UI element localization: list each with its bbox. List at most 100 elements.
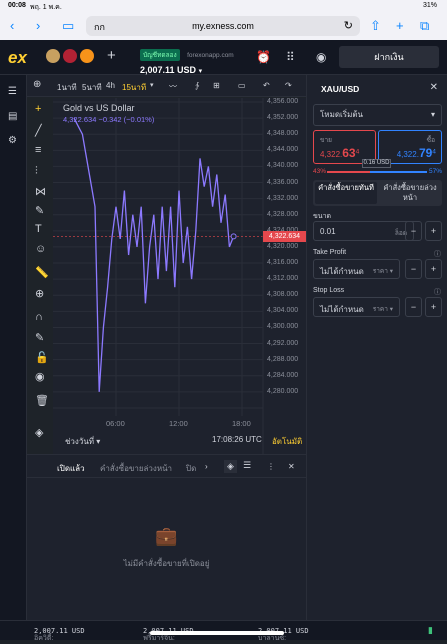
timeframe-4h[interactable]: 4h [106, 81, 115, 90]
eye-icon[interactable]: ◉ [35, 370, 45, 383]
order-mode-select[interactable]: โหมดเริ่มต้น ▾ [313, 104, 442, 126]
magnet-icon[interactable]: ∩ [35, 311, 43, 323]
tab-closed[interactable]: ปิด [186, 462, 196, 475]
order-symbol: XAU/USD [321, 84, 360, 94]
address-bar[interactable]: กก my.exness.com ↻ [86, 16, 360, 36]
group-view-icon[interactable]: ◈ [224, 460, 237, 473]
timeframe-15m[interactable]: 15นาที [122, 81, 146, 94]
forward-icon[interactable]: › [36, 18, 40, 33]
sell-label: ขาย [320, 137, 332, 144]
close-panel-icon[interactable]: ✕ [288, 462, 295, 471]
sell-price-main: 4,322. [320, 150, 343, 159]
spread-badge: 0.16 USD [362, 159, 391, 168]
lock-drawings-icon[interactable]: ✎ [35, 331, 44, 344]
y-tick-label: 4,356.000 [267, 98, 299, 106]
indicators-icon[interactable]: ∱ [195, 81, 199, 90]
instrument-tab-icon[interactable] [80, 49, 94, 63]
tp-increase-button[interactable]: + [425, 259, 442, 279]
volume-decrease-button[interactable]: − [405, 221, 422, 241]
profile-icon[interactable]: ◉ [316, 50, 326, 64]
price-chart[interactable]: Gold vs US Dollar 4,322.634 −0.342 (−0.0… [53, 98, 306, 454]
add-indicator-icon[interactable]: ⊕ [33, 79, 41, 90]
y-tick-label: 4,284.000 [267, 371, 299, 379]
url-text[interactable]: my.exness.com [86, 21, 360, 31]
layers-icon[interactable]: ◈ [35, 426, 43, 439]
add-instrument-icon[interactable]: + [107, 47, 116, 64]
tab-pending[interactable]: คำสั่งซื้อขายล่วงหน้า [100, 462, 172, 475]
chevron-right-icon[interactable]: › [205, 462, 208, 471]
undo-icon[interactable]: ↶ [263, 81, 270, 90]
alarm-clock-icon[interactable]: ⏰ [256, 50, 271, 64]
take-profit-input[interactable]: ไม่ได้กำหนด ราคา ▾ [313, 259, 400, 279]
tp-decrease-button[interactable]: − [405, 259, 422, 279]
crosshair-icon[interactable]: + [35, 103, 41, 115]
y-tick-label: 4,308.000 [267, 291, 299, 299]
sell-price-sup: 4 [355, 148, 360, 156]
reload-icon[interactable]: ↻ [344, 19, 353, 32]
brush-icon[interactable]: ✎ [35, 204, 44, 217]
text-icon[interactable]: T [35, 223, 42, 235]
templates-icon[interactable]: ⊞ [213, 81, 220, 90]
chart-type-icon[interactable]: 〰 [169, 81, 177, 92]
new-tab-icon[interactable]: + [396, 18, 404, 33]
y-tick-label: 4,312.000 [267, 275, 299, 283]
order-panel: XAU/USD ✕ โหมดเริ่มต้น ▾ ขาย 4,322.634 ซื… [306, 75, 447, 620]
back-icon[interactable]: ‹ [10, 18, 14, 33]
account-type-badge: บัญชีทดลอง [140, 49, 180, 61]
sl-decrease-button[interactable]: − [405, 297, 422, 317]
y-tick-label: 4,300.000 [267, 323, 299, 331]
signal-icon: ▮ [428, 625, 433, 635]
sentiment-buy: 57% [428, 168, 442, 175]
pending-order-tab[interactable]: คำสั่งซื้อขายล่วงหน้า [379, 183, 441, 203]
volume-increase-button[interactable]: + [425, 221, 442, 241]
instrument-tab-icon[interactable] [46, 49, 60, 63]
lock-icon[interactable]: 🔓 [35, 351, 49, 364]
pattern-icon[interactable]: ⋈ [35, 185, 46, 198]
settings-icon[interactable]: ⚙ [8, 135, 17, 146]
info-icon[interactable]: ⓘ [434, 287, 441, 297]
y-tick-label: 4,304.000 [267, 307, 299, 315]
emoji-icon[interactable]: ☺ [35, 243, 46, 255]
stack-view-icon[interactable]: ☰ [243, 460, 251, 471]
redo-icon[interactable]: ↷ [285, 81, 292, 90]
trendline-icon[interactable]: ╱ [35, 124, 42, 137]
sentiment-sell: 43% [313, 168, 327, 175]
stop-loss-input[interactable]: ไม่ได้กำหนด ราคา ▾ [313, 297, 400, 317]
stop-loss-value: ไม่ได้กำหนด [320, 305, 364, 314]
info-icon[interactable]: ⓘ [434, 249, 441, 259]
account-summary-footer: อิควิตี้: 2,007.11 USD ฟรีมาร์จิ้น: 2,00… [0, 620, 447, 642]
ruler-icon[interactable]: 📏 [35, 266, 49, 279]
channel-icon[interactable]: ⫶ [35, 165, 38, 178]
menu-list-icon[interactable]: ☰ [8, 86, 17, 97]
share-icon[interactable]: ⇧ [370, 18, 381, 34]
instrument-tab-icon[interactable] [63, 49, 77, 63]
status-bar: 00:08 พฤ. 1 พ.ค. 31% [0, 0, 447, 12]
timeframe-5m[interactable]: 5นาที [82, 81, 102, 94]
take-profit-label: Take Profit [313, 249, 347, 256]
zoom-in-icon[interactable]: ⊕ [35, 287, 44, 300]
tabs-icon[interactable]: ⧉ [420, 18, 429, 34]
period-selector[interactable]: ช่วงวันที่ ▾ [65, 435, 100, 448]
timeframe-1m[interactable]: 1นาที [57, 81, 77, 94]
account-selector[interactable]: บัญชีทดลอง forexonapp.com 2,007.11 USD ▾ [140, 44, 234, 75]
volume-input[interactable]: 0.01 ล็อต [313, 221, 414, 241]
fib-icon[interactable]: ≡ [35, 144, 41, 156]
y-tick-label: 4,328.000 [267, 210, 299, 218]
equity-label: อิควิตี้: [34, 635, 54, 642]
more-options-icon[interactable]: ⋮ [267, 462, 275, 471]
close-icon[interactable]: ✕ [430, 82, 438, 93]
status-battery: 31% [422, 2, 437, 9]
layout-icon[interactable]: ▭ [238, 81, 246, 90]
calendar-icon[interactable]: ▤ [8, 111, 17, 122]
apps-grid-icon[interactable]: ⠿ [286, 50, 295, 64]
market-order-tab[interactable]: คำสั่งซื้อขายทันที [315, 182, 377, 204]
auto-scale-button[interactable]: อัตโนมัติ [272, 435, 302, 448]
drawing-toolbar: + ╱ ≡ ⫶ ⋈ ✎ T ☺ 📏 ⊕ ∩ ✎ 🔓 ◉ 🗑 ◈ [29, 98, 53, 448]
trash-icon[interactable]: 🗑 [35, 394, 49, 407]
bookmarks-icon[interactable]: ▭ [62, 18, 74, 34]
y-tick-label: 4,332.000 [267, 194, 299, 202]
sl-increase-button[interactable]: + [425, 297, 442, 317]
deposit-button[interactable]: ฝากเงิน [339, 46, 439, 68]
y-tick-label: 4,336.000 [267, 178, 299, 186]
chevron-down-icon[interactable]: ▾ [150, 81, 154, 89]
